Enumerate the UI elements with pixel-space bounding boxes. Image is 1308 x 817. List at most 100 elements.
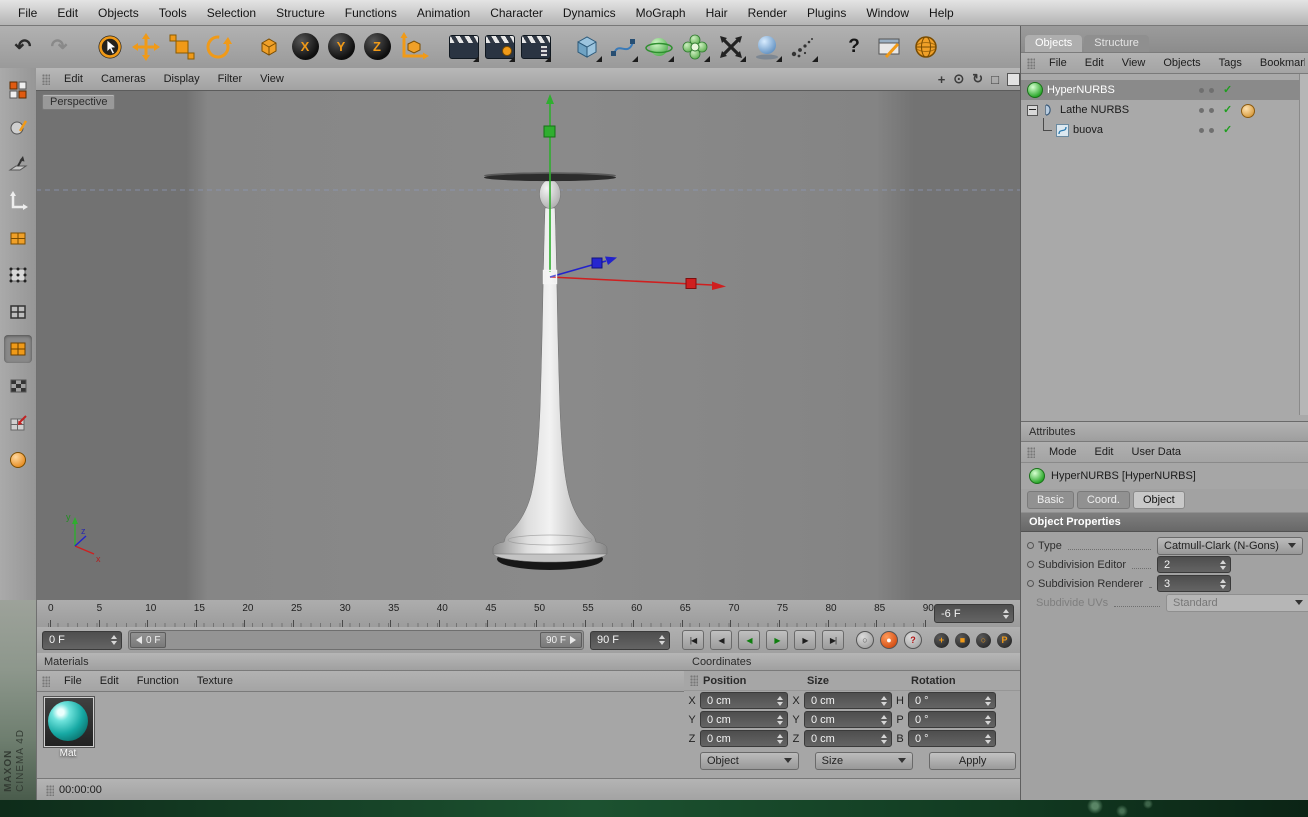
- keyframe-selection-button[interactable]: ?: [904, 631, 922, 649]
- play-backward-button[interactable]: ◀: [738, 630, 760, 650]
- menubar-item[interactable]: Character: [480, 6, 553, 20]
- live-selection-button[interactable]: [93, 30, 127, 64]
- snap-settings-button[interactable]: [4, 409, 32, 437]
- position-x-field[interactable]: 0 cm: [700, 692, 788, 709]
- add-nurbs-button[interactable]: [642, 30, 676, 64]
- goto-end-button[interactable]: ▶|: [822, 630, 844, 650]
- materials-menu-item[interactable]: Texture: [188, 675, 242, 687]
- attributes-menu-item[interactable]: Mode: [1040, 446, 1086, 458]
- stepper[interactable]: [982, 714, 993, 725]
- attributes-menu-item[interactable]: Edit: [1086, 446, 1123, 458]
- add-deformer-button[interactable]: [714, 30, 748, 64]
- object-manager-menu-item[interactable]: File: [1040, 57, 1076, 69]
- key-position-toggle[interactable]: +: [934, 632, 949, 648]
- tab-structure[interactable]: Structure: [1084, 35, 1149, 52]
- maximize-view-icon[interactable]: [1007, 72, 1020, 86]
- object-manager-menu-item[interactable]: Objects: [1154, 57, 1209, 69]
- subdivide-uvs-dropdown[interactable]: Standard: [1166, 593, 1308, 612]
- render-settings-button[interactable]: [483, 30, 517, 64]
- menubar-item[interactable]: MoGraph: [626, 6, 696, 20]
- lock-y-axis-button[interactable]: Y: [324, 30, 358, 64]
- panel-grip[interactable]: [690, 675, 698, 686]
- size-mode-dropdown[interactable]: Size: [814, 751, 914, 770]
- z-axis-handle[interactable]: [591, 257, 603, 269]
- key-rotation-toggle[interactable]: ○: [976, 632, 991, 648]
- tab-basic[interactable]: Basic: [1027, 490, 1074, 509]
- stepper[interactable]: [878, 733, 889, 744]
- polygons-mode-button[interactable]: [4, 335, 32, 363]
- position-z-field[interactable]: 0 cm: [700, 730, 788, 747]
- enabled-check-icon[interactable]: ✓: [1223, 123, 1232, 136]
- points-mode-button[interactable]: [4, 261, 32, 289]
- key-scale-toggle[interactable]: ■: [955, 632, 970, 648]
- coordinate-system-button[interactable]: [396, 30, 430, 64]
- viewport-menu-item[interactable]: Filter: [209, 73, 251, 85]
- menubar-item[interactable]: Hair: [696, 6, 738, 20]
- viewport-menu-item[interactable]: Edit: [55, 73, 92, 85]
- rotation-p-field[interactable]: 0 °: [908, 711, 996, 728]
- menubar-item[interactable]: Animation: [407, 6, 480, 20]
- apply-button[interactable]: Apply: [929, 751, 1017, 770]
- size-z-field[interactable]: 0 cm: [804, 730, 892, 747]
- panel-grip[interactable]: [42, 675, 50, 687]
- stepper[interactable]: [1217, 559, 1228, 570]
- next-frame-button[interactable]: ▶: [794, 630, 816, 650]
- layout-browser-button[interactable]: [873, 30, 907, 64]
- panel-grip[interactable]: [46, 784, 54, 796]
- online-updater-button[interactable]: [909, 30, 943, 64]
- tab-objects[interactable]: Objects: [1025, 35, 1083, 52]
- enabled-check-icon[interactable]: ✓: [1223, 103, 1232, 116]
- make-editable-button[interactable]: [4, 76, 32, 104]
- animation-dot-icon[interactable]: [1027, 580, 1034, 587]
- panel-grip[interactable]: [1027, 57, 1035, 69]
- autokey-button[interactable]: ○: [856, 631, 874, 649]
- stepper[interactable]: [1217, 578, 1228, 589]
- range-start-field[interactable]: 0 F: [42, 630, 122, 650]
- add-modeling-object-button[interactable]: [678, 30, 712, 64]
- materials-menu-item[interactable]: Function: [128, 675, 188, 687]
- attributes-menu-item[interactable]: User Data: [1123, 446, 1191, 458]
- material-thumbnail[interactable]: [44, 697, 94, 747]
- subdivision-editor-field[interactable]: 2: [1157, 556, 1231, 573]
- viewport-menu-item[interactable]: Display: [155, 73, 209, 85]
- stepper[interactable]: [774, 714, 785, 725]
- pan-view-icon[interactable]: +: [938, 72, 946, 87]
- add-spline-button[interactable]: [606, 30, 640, 64]
- viewport-menu-item[interactable]: View: [251, 73, 293, 85]
- range-end-field[interactable]: 90 F: [590, 630, 670, 650]
- menubar-item[interactable]: Help: [919, 6, 964, 20]
- lock-z-axis-button[interactable]: Z: [360, 30, 394, 64]
- menubar-item[interactable]: Plugins: [797, 6, 856, 20]
- object-row-lathe[interactable]: Lathe NURBS ✓: [1021, 100, 1308, 120]
- collapse-expander-icon[interactable]: [1027, 104, 1038, 116]
- rotation-b-field[interactable]: 0 °: [908, 730, 996, 747]
- rotate-tool-button[interactable]: [201, 30, 235, 64]
- animation-dot-icon[interactable]: [1027, 561, 1034, 568]
- position-y-field[interactable]: 0 cm: [700, 711, 788, 728]
- object-row-hypernurbs[interactable]: HyperNURBS ✓: [1021, 80, 1308, 100]
- menubar-item[interactable]: Tools: [149, 6, 197, 20]
- lock-x-axis-button[interactable]: X: [288, 30, 322, 64]
- menubar-item[interactable]: Dynamics: [553, 6, 626, 20]
- stepper[interactable]: [878, 695, 889, 706]
- material-name[interactable]: Mat: [44, 748, 92, 759]
- menubar-item[interactable]: Selection: [197, 6, 266, 20]
- timeline-range-slider[interactable]: 0 F 90 F: [128, 630, 584, 650]
- object-axis-button[interactable]: [252, 30, 286, 64]
- object-manager-menu-item[interactable]: Tags: [1210, 57, 1251, 69]
- rotation-h-field[interactable]: 0 °: [908, 692, 996, 709]
- render-picture-viewer-button[interactable]: [519, 30, 553, 64]
- 3d-scene[interactable]: y x z: [36, 90, 1020, 600]
- animation-dot-icon[interactable]: [1027, 542, 1034, 549]
- model-mode-button[interactable]: [4, 113, 32, 141]
- stepper[interactable]: [774, 695, 785, 706]
- transform-manipulator[interactable]: [542, 94, 727, 290]
- add-particle-emitter-button[interactable]: [786, 30, 820, 64]
- current-frame-field[interactable]: -6 F: [934, 604, 1014, 623]
- render-view-button[interactable]: [447, 30, 481, 64]
- edges-mode-button[interactable]: [4, 298, 32, 326]
- perspective-viewport[interactable]: Perspective y x z: [36, 90, 1020, 600]
- panel-grip[interactable]: [1027, 446, 1035, 458]
- previous-frame-button[interactable]: ◀: [710, 630, 732, 650]
- x-axis-handle[interactable]: [685, 278, 697, 289]
